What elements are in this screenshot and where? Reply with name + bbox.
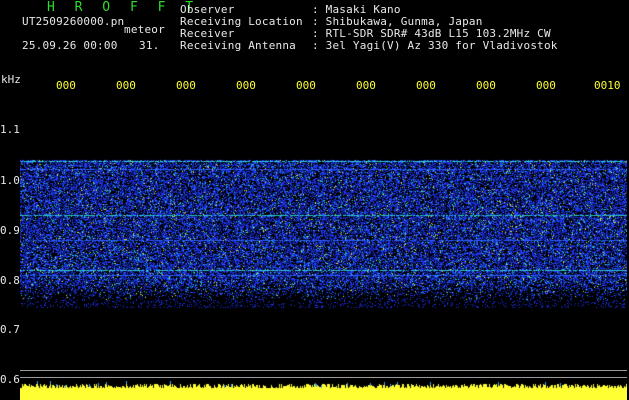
x-tick: 000 [176, 79, 196, 92]
y-tick: 1.1 [0, 123, 20, 136]
mode-label: meteor [124, 23, 165, 36]
app-title: H R O F F T [47, 0, 200, 15]
count-label: 31. [139, 39, 160, 52]
baseline-line [20, 370, 627, 371]
x-tick: 000 [356, 79, 376, 92]
x-tick: 000 [116, 79, 136, 92]
antenna-value: : 3el Yagi(V) Az 330 for Vladivostok [312, 39, 558, 52]
y-tick: 0.8 [0, 274, 20, 287]
x-tick: 000 [416, 79, 436, 92]
x-tick: 000 [56, 79, 76, 92]
y-tick: 0.7 [0, 323, 20, 336]
x-tick: 000 [236, 79, 256, 92]
x-tick: 000 [296, 79, 316, 92]
filename: UT2509260000.pn [22, 15, 125, 28]
date-time: 25.09.26 00:00 [22, 39, 118, 52]
y-tick: 0.6 [0, 373, 20, 386]
y-unit-label: kHz [1, 73, 21, 86]
baseline-line [20, 377, 627, 378]
x-tick: 0010 [594, 79, 621, 92]
y-tick: 1.0 [0, 174, 20, 187]
antenna-label: Receiving Antenna [180, 39, 296, 52]
spectrogram-canvas [20, 100, 627, 380]
y-tick: 0.9 [0, 224, 20, 237]
signal-level-bar [20, 381, 627, 400]
x-tick: 000 [476, 79, 496, 92]
x-tick: 000 [536, 79, 556, 92]
